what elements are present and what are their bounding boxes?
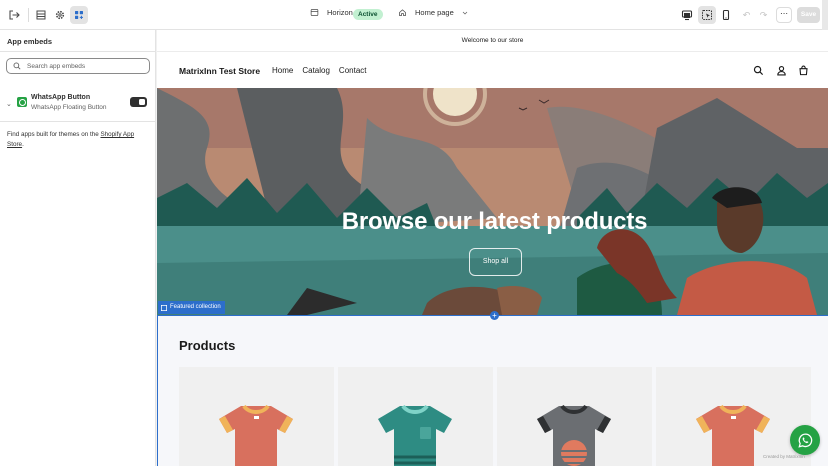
sidebar-title: App embeds <box>7 37 53 46</box>
tshirt-icon <box>219 404 293 466</box>
account-icon[interactable] <box>776 65 787 76</box>
nav-catalog[interactable]: Catalog <box>302 66 330 75</box>
product-card[interactable] <box>497 367 652 466</box>
home-icon <box>399 9 406 16</box>
save-button[interactable]: Save <box>797 7 820 23</box>
scroll-edge <box>822 0 828 30</box>
redo-icon[interactable]: ↷ <box>760 10 768 21</box>
chevron-down-icon[interactable]: ⌄ <box>6 100 12 108</box>
divider <box>28 8 29 22</box>
section-label-featured-collection[interactable]: Featured collection <box>158 301 225 314</box>
whatsapp-floating-button[interactable] <box>790 425 820 455</box>
theme-name: Horizon <box>327 8 353 17</box>
divider <box>0 51 156 52</box>
more-actions-button[interactable]: ⋯ <box>776 7 792 23</box>
tshirt-icon <box>537 404 611 466</box>
whatsapp-icon <box>797 432 812 448</box>
inspector-cursor-icon[interactable] <box>698 6 716 24</box>
theme-status-badge: Active <box>353 9 383 20</box>
product-card[interactable] <box>338 367 493 466</box>
undo-redo-group: ↶ ↷ <box>738 7 772 23</box>
editor-topbar: Horizon Active Home page ↶ ↷ ⋯ Save <box>0 0 828 30</box>
store-header: MatrixInn Test Store Home Catalog Contac… <box>157 52 828 88</box>
section-icon <box>161 304 167 311</box>
app-embeds-icon[interactable] <box>70 6 88 24</box>
find-apps-prefix: Find apps built for themes on the <box>7 131 101 138</box>
whatsapp-app-icon <box>17 97 27 107</box>
product-card[interactable] <box>656 367 811 466</box>
store-logo[interactable]: MatrixInn Test Store <box>179 66 260 76</box>
page-selector[interactable]: Home page <box>398 8 469 17</box>
search-input[interactable] <box>27 62 137 70</box>
theme-selector[interactable]: Horizon <box>310 8 353 17</box>
find-apps-suffix: . <box>22 141 24 148</box>
announcement-bar: Welcome to our store <box>157 30 828 52</box>
mobile-preview-icon[interactable] <box>717 6 735 24</box>
app-embed-toggle[interactable] <box>130 97 147 107</box>
shop-all-button[interactable]: Shop all <box>469 248 522 276</box>
find-apps-text: Find apps built for themes on the Shopif… <box>7 130 152 150</box>
exit-icon[interactable] <box>5 6 23 24</box>
settings-gear-icon[interactable] <box>51 6 69 24</box>
search-icon[interactable] <box>753 65 764 76</box>
divider <box>0 121 156 122</box>
desktop-preview-icon[interactable] <box>678 6 696 24</box>
nav-home[interactable]: Home <box>272 66 293 75</box>
app-embed-subtitle: WhatsApp Floating Button <box>31 104 107 111</box>
hero-illustration <box>157 88 828 315</box>
tshirt-icon <box>378 404 452 466</box>
credit-text: Created by MatrixInn <box>763 454 805 459</box>
main-nav: Home Catalog Contact <box>272 66 367 75</box>
section-label-text: Featured collection <box>170 304 221 310</box>
product-card[interactable] <box>179 367 334 466</box>
page-selector-label: Home page <box>415 8 454 17</box>
sections-icon[interactable] <box>32 6 50 24</box>
theme-icon <box>310 9 319 16</box>
search-app-embeds[interactable] <box>6 58 150 74</box>
hero-banner: Browse our latest products Shop all <box>157 88 828 315</box>
search-icon <box>13 62 21 70</box>
undo-icon[interactable]: ↶ <box>743 10 751 21</box>
hero-title: Browse our latest products <box>341 208 648 235</box>
products-heading: Products <box>179 338 236 353</box>
store-preview: Welcome to our store MatrixInn Test Stor… <box>157 30 828 466</box>
chevron-down-icon <box>462 11 468 15</box>
app-embeds-sidebar: App embeds ⌄ WhatsApp Button WhatsApp Fl… <box>0 30 156 466</box>
nav-contact[interactable]: Contact <box>339 66 367 75</box>
cart-icon[interactable] <box>798 65 809 76</box>
app-embed-name: WhatsApp Button <box>31 94 91 101</box>
add-section-plus-icon[interactable]: + <box>490 311 499 320</box>
